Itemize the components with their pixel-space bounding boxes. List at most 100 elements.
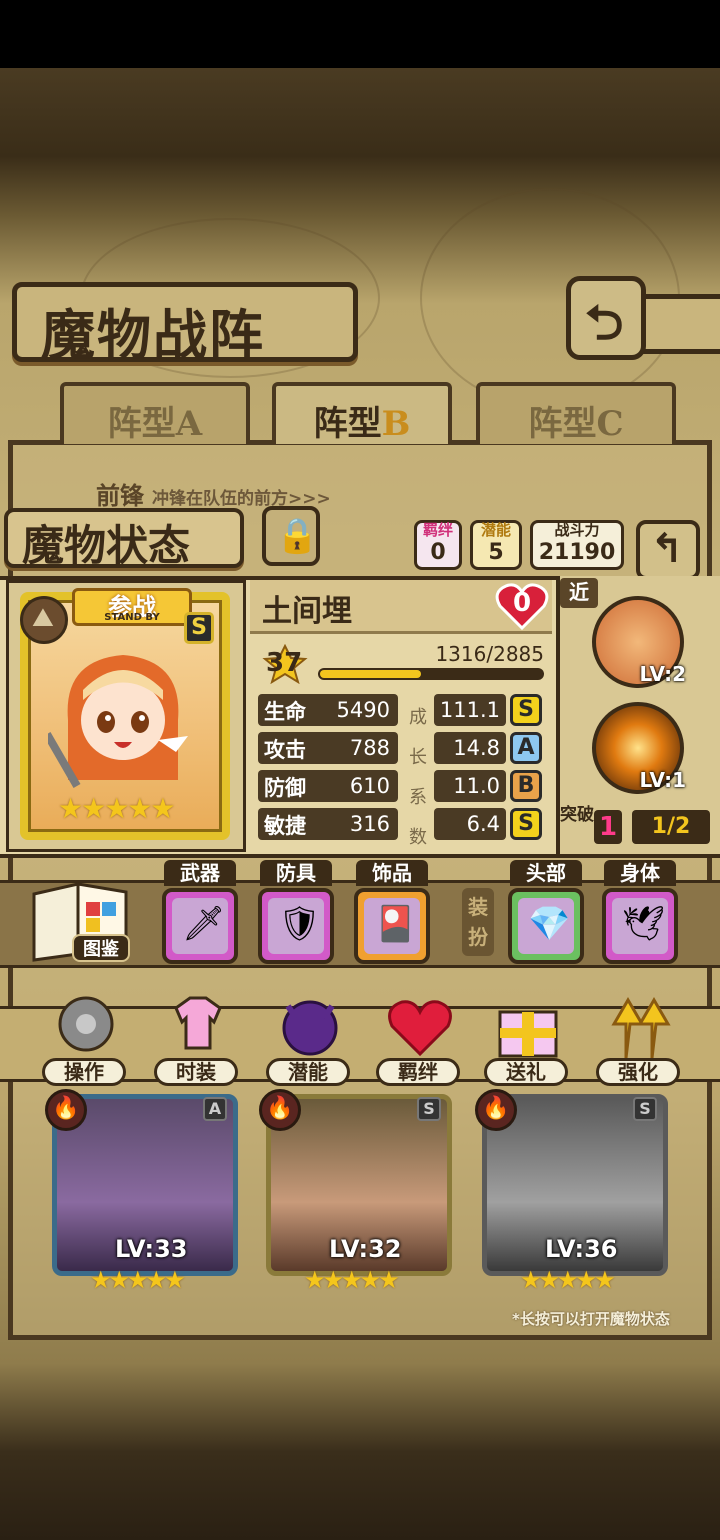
range-tag: 近 (560, 578, 598, 608)
menu-button-label: 羁绊 (376, 1058, 460, 1086)
card-accessory-icon: 🎴 (364, 898, 420, 954)
stat-name: 生命 (264, 700, 306, 724)
roster-unit-card[interactable]: 🔥 S LV:32 (259, 1089, 452, 1276)
stat-row-1: 攻击 788 (258, 732, 398, 764)
breakthrough: 突破 1 1/2 (560, 806, 716, 848)
exp-bar (318, 668, 544, 680)
dove-icon: 🕊 (612, 898, 668, 954)
fire-element-icon: 🔥 (259, 1089, 301, 1131)
fire-element-icon: 🔥 (45, 1089, 87, 1131)
return-icon: ⮌ (585, 295, 624, 351)
level-badge: 37 (262, 643, 308, 685)
tab-formation-a[interactable]: 阵型A (60, 382, 250, 444)
growth-value: 6.4 (466, 812, 500, 836)
tab-formation-b[interactable]: 阵型B (272, 382, 452, 444)
long-press-hint: *长按可以打开魔物状态 (512, 1310, 670, 1328)
equip-slot-3[interactable]: 💎 (508, 888, 584, 964)
growth-grade-badge: S (510, 808, 542, 840)
unit-grade: S (633, 1097, 657, 1121)
outfit-icon (174, 996, 222, 1050)
menu-button-1[interactable]: 时装 (150, 988, 246, 1092)
unit-star-rating: ★★★★★ (304, 1266, 400, 1294)
monster-portrait (48, 655, 188, 788)
bond-counter: 羁绊 0 (414, 520, 462, 570)
breakthrough-level: 1 (594, 810, 622, 844)
padlock-icon: 🔒 (276, 516, 319, 556)
gear-icon (58, 996, 114, 1052)
upgrade-arrows-icon (611, 997, 671, 1059)
growth-value: 11.0 (453, 774, 500, 798)
stat-row-3: 敏捷 316 (258, 808, 398, 840)
equip-slot-1[interactable]: 🛡 (258, 888, 334, 964)
growth-row-1: 14.8 (434, 732, 506, 764)
growth-grade-badge: B (510, 770, 542, 802)
menu-button-2[interactable]: 潜能 (262, 988, 358, 1092)
unit-level: LV:32 (329, 1235, 402, 1263)
back-button[interactable]: ⮌ (566, 276, 646, 360)
equip-slot-2[interactable]: 🎴 (354, 888, 430, 964)
menu-button-label: 强化 (596, 1058, 680, 1086)
bread-skill-icon[interactable]: LV:2 (592, 596, 686, 688)
equip-slot-label: 头部 (510, 860, 582, 886)
stat-row-0: 生命 5490 (258, 694, 398, 726)
equip-slot-label: 防具 (260, 860, 332, 886)
combat-power: 战斗力 21190 (530, 520, 624, 570)
equip-slot-label: 身体 (604, 860, 676, 886)
roster-unit-card[interactable]: 🔥 S LV:36 (475, 1089, 668, 1276)
slash-skill-icon[interactable]: LV:1 (592, 702, 686, 794)
monster-name: 土间埋 (262, 594, 352, 629)
stat-row-2: 防御 610 (258, 770, 398, 802)
lock-button[interactable]: 🔒 (262, 506, 320, 566)
menu-button-label: 送礼 (484, 1058, 568, 1086)
breakthrough-count: 1/2 (632, 810, 710, 844)
sword-icon: 🗡 (172, 898, 228, 954)
element-earth-icon: ⛰ (20, 596, 68, 644)
unit-star-rating: ★★★★★ (90, 1266, 186, 1294)
growth-value: 14.8 (453, 736, 500, 760)
growth-grade-badge: S (510, 694, 542, 726)
roster-unit-card[interactable]: 🔥 A LV:33 (45, 1089, 238, 1276)
growth-row-3: 6.4 (434, 808, 506, 840)
exp-bar-fill (320, 670, 422, 678)
monster-status-banner: 魔物状态 (4, 508, 244, 570)
hearts-icon (388, 1000, 452, 1057)
menu-button-label: 时装 (154, 1058, 238, 1086)
potential-counter: 潜能 5 (470, 520, 522, 570)
unit-level: LV:36 (545, 1235, 618, 1263)
equip-slot-label: 武器 (164, 860, 236, 886)
unit-level: LV:33 (115, 1235, 188, 1263)
fire-element-icon: 🔥 (475, 1089, 517, 1131)
dress-up-label: 装扮 (462, 888, 494, 956)
affection-heart: 0 (494, 582, 550, 632)
growth-value: 111.1 (439, 698, 500, 722)
unit-grade: A (203, 1097, 227, 1121)
menu-button-label: 操作 (42, 1058, 126, 1086)
demon-icon (282, 1000, 338, 1056)
menu-button-0[interactable]: 操作 (38, 988, 134, 1092)
armor-icon: 🛡 (268, 898, 324, 954)
stat-value: 5490 (336, 698, 390, 722)
menu-button-5[interactable]: 强化 (592, 988, 688, 1092)
stat-name: 防御 (264, 776, 306, 800)
standby-badge: 参战 STAND BY (72, 588, 192, 626)
stat-value: 610 (349, 774, 390, 798)
tab-formation-c[interactable]: 阵型C (476, 382, 676, 444)
equip-slot-4[interactable]: 🕊 (602, 888, 678, 964)
growth-row-0: 111.1 (434, 694, 506, 726)
encyclopedia-button[interactable]: 图鉴 (72, 934, 130, 962)
close-status-button[interactable]: ↰ (636, 520, 700, 580)
back-button-base (640, 294, 720, 354)
unit-grade: S (417, 1097, 441, 1121)
return-icon: ↰ (650, 526, 684, 572)
star-rating: ★★★★★ (58, 792, 176, 825)
menu-button-4[interactable]: 送礼 (480, 988, 576, 1092)
stat-value: 788 (349, 736, 390, 760)
page-title: 魔物战阵 (12, 282, 358, 367)
equip-slot-0[interactable]: 🗡 (162, 888, 238, 964)
menu-button-label: 潜能 (266, 1058, 350, 1086)
breakthrough-label: 突破 (560, 805, 594, 825)
stat-name: 敏捷 (264, 814, 306, 838)
stat-name: 攻击 (264, 738, 306, 762)
growth-row-2: 11.0 (434, 770, 506, 802)
menu-button-3[interactable]: 羁绊 (372, 988, 468, 1092)
